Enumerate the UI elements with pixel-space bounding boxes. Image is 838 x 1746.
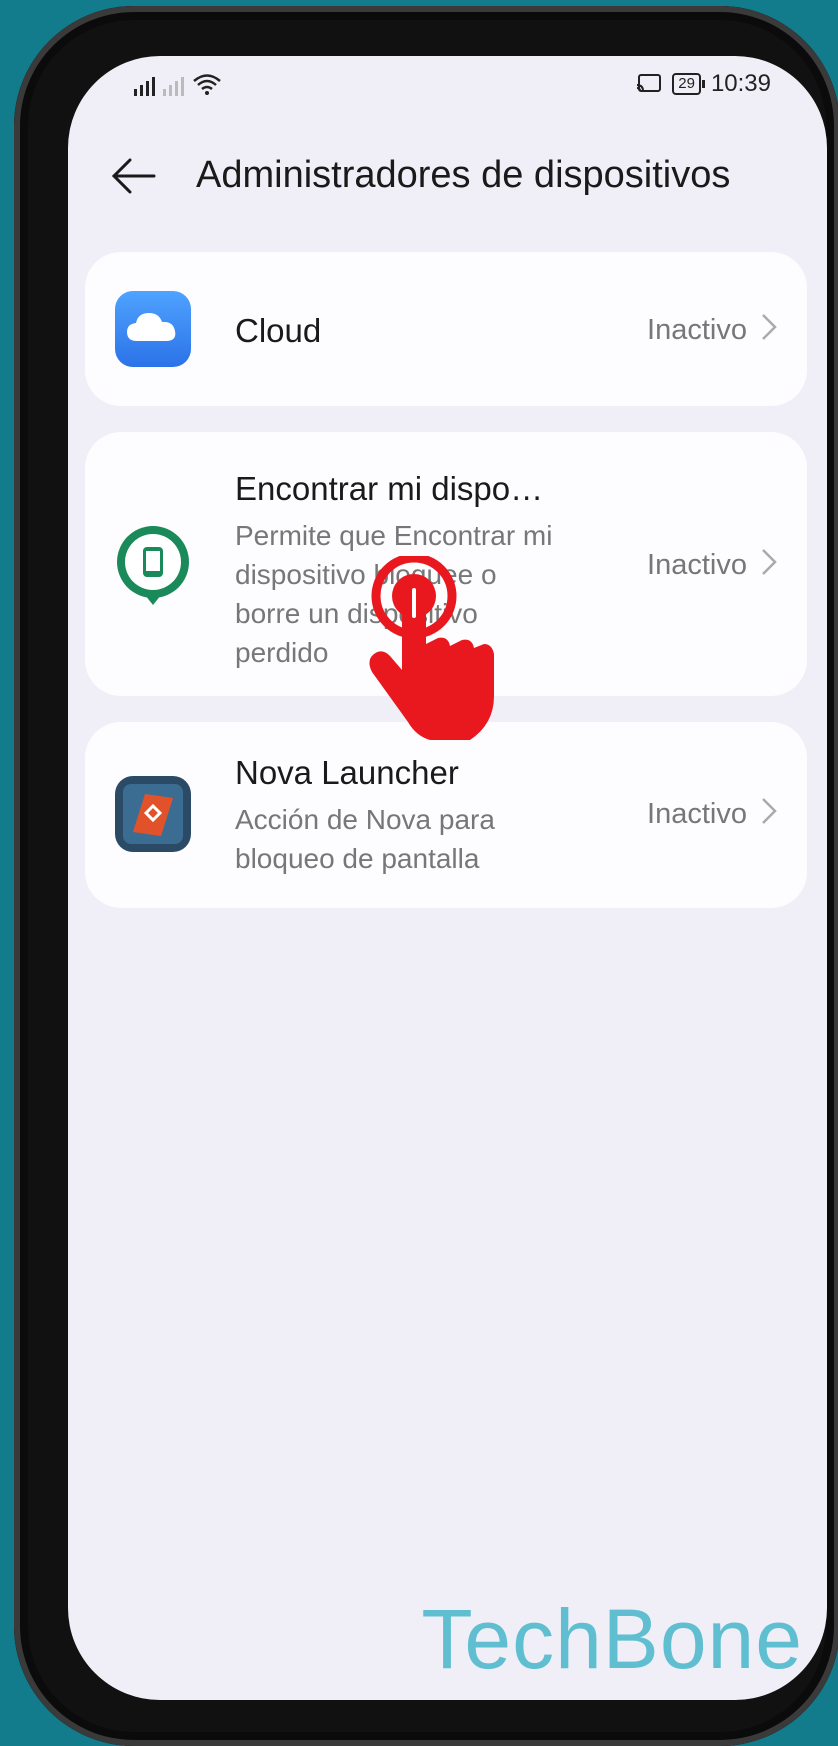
cast-icon <box>637 74 662 92</box>
signal-icon <box>134 74 155 96</box>
list-item-nova-launcher[interactable]: Nova Launcher Acción de Nova para bloque… <box>85 722 807 908</box>
chevron-right-icon <box>762 314 777 340</box>
item-description: Acción de Nova para bloqueo de pantalla <box>235 804 495 874</box>
cloud-icon <box>115 291 191 367</box>
phone-frame: 29 10:39 Administradores de dispositivos… <box>14 6 838 1746</box>
item-status: Inactivo <box>647 314 747 346</box>
list-item-cloud[interactable]: Cloud Inactivo <box>85 252 807 406</box>
battery-indicator: 29 <box>672 73 705 95</box>
page-title: Administradores de dispositivos <box>196 154 731 196</box>
find-my-device-icon <box>115 525 191 605</box>
chevron-right-icon <box>762 549 777 575</box>
clock: 10:39 <box>710 70 771 97</box>
tap-hand-icon <box>369 556 494 740</box>
item-name: Encontrar mi dispo… <box>235 470 544 507</box>
nova-launcher-icon <box>115 776 191 852</box>
signal-2-icon <box>163 74 184 96</box>
screen: 29 10:39 Administradores de dispositivos… <box>68 56 827 1700</box>
chevron-right-icon <box>762 798 777 824</box>
item-name: Cloud <box>235 312 322 349</box>
status-bar: 29 10:39 <box>68 56 827 116</box>
back-arrow-icon[interactable] <box>108 154 158 198</box>
item-status: Inactivo <box>647 798 747 830</box>
wifi-icon <box>193 74 221 95</box>
watermark: TechBone <box>421 1592 803 1686</box>
item-name: Nova Launcher <box>235 754 459 791</box>
item-status: Inactivo <box>647 549 747 581</box>
